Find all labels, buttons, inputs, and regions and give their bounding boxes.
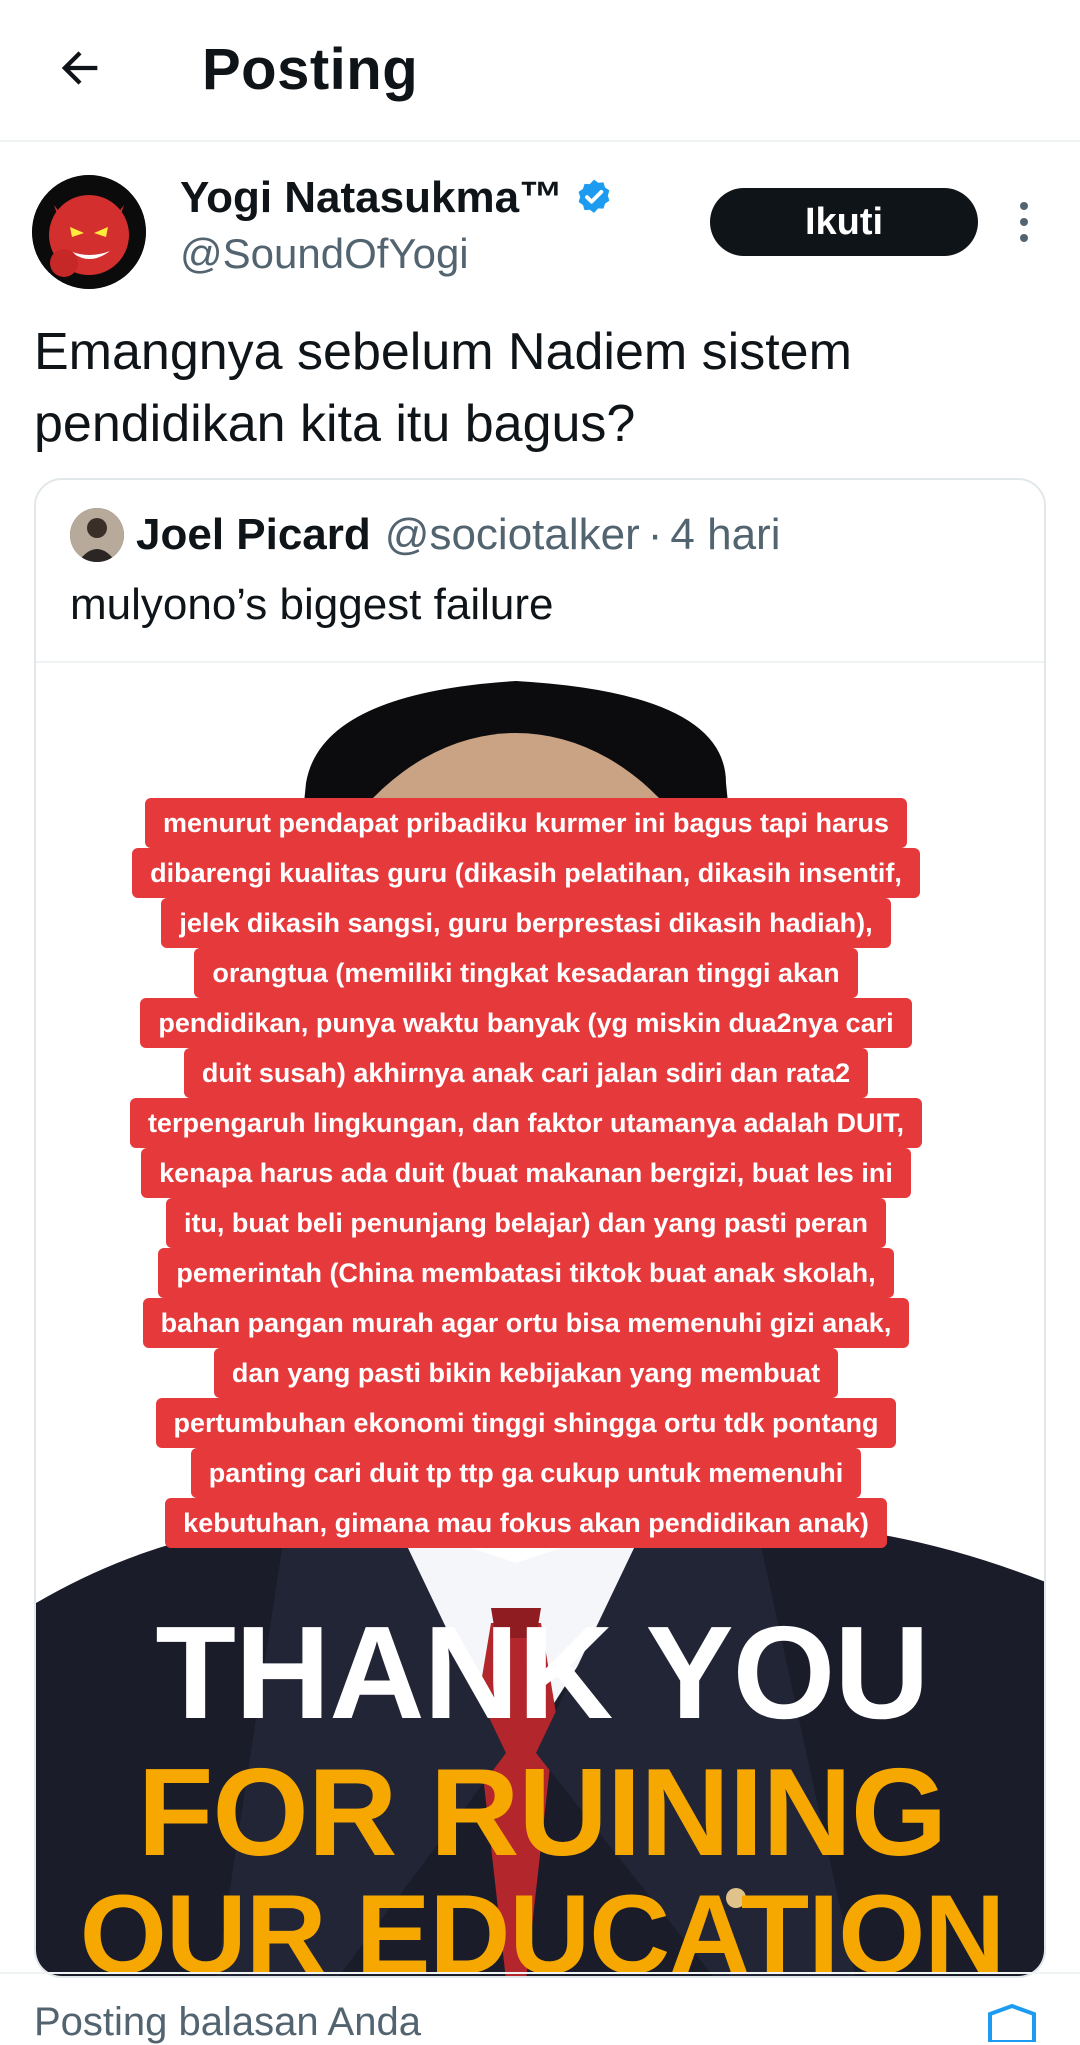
- caption-line: itu, buat beli penunjang belajar) dan ya…: [165, 1198, 887, 1248]
- more-vertical-icon: [1020, 202, 1028, 210]
- author-handle[interactable]: @SoundOfYogi: [180, 230, 469, 278]
- quote-header: Joel Picard @sociotalker · 4 hari: [70, 508, 781, 562]
- caption-line: dan yang pasti bikin kebijakan yang memb…: [213, 1348, 839, 1398]
- author-name-text: Yogi Natasukma™: [180, 173, 564, 222]
- caption-line: dibarengi kualitas guru (dikasih pelatih…: [132, 848, 920, 898]
- headline-our-education: OUR EDUCATION: [79, 1872, 1005, 1978]
- caption-line: menurut pendapat pribadiku kurmer ini ba…: [144, 798, 908, 848]
- arrow-left-icon: [61, 51, 98, 85]
- page-title: Posting: [202, 37, 419, 102]
- headline-thank-you: THANK YOU: [155, 1599, 929, 1746]
- follow-button[interactable]: Ikuti: [710, 188, 978, 256]
- tweet-text: Emangnya sebelum Nadiem sistem pendidika…: [34, 323, 852, 453]
- verified-badge-icon: [578, 179, 610, 213]
- caption-line: kenapa harus ada duit (buat makanan berg…: [141, 1148, 911, 1198]
- quote-author-name: Joel Picard: [136, 510, 371, 559]
- quoted-tweet-card[interactable]: Joel Picard @sociotalker · 4 hari mulyon…: [34, 478, 1046, 1978]
- reply-divider: [0, 1972, 1080, 1974]
- quote-media-image[interactable]: menurut pendapat pribadiku kurmer ini ba…: [36, 663, 1044, 1978]
- caption-line: terpengaruh lingkungan, dan faktor utama…: [129, 1098, 923, 1148]
- caption-line: panting cari duit tp ttp ga cukup untuk …: [190, 1448, 862, 1498]
- caption-overlay: menurut pendapat pribadiku kurmer ini ba…: [76, 798, 976, 1548]
- caption-line: orangtua (memiliki tingkat kesadaran tin…: [194, 948, 858, 998]
- quote-author-handle: @sociotalker: [384, 510, 640, 559]
- reply-input-placeholder[interactable]: Posting balasan Anda: [34, 2000, 421, 2045]
- caption-line: pemerintah (China membatasi tiktok buat …: [158, 1248, 894, 1298]
- shield-icon[interactable]: [982, 2002, 1042, 2042]
- author-name[interactable]: Yogi Natasukma™: [180, 173, 615, 223]
- devil-logo-icon: [32, 175, 146, 289]
- back-button[interactable]: [40, 28, 120, 108]
- caption-line: pendidikan, punya waktu banyak (yg miski…: [140, 998, 912, 1048]
- author-avatar[interactable]: [32, 175, 146, 289]
- caption-line: pertumbuhan ekonomi tinggi shingga ortu …: [155, 1398, 897, 1448]
- caption-line: jelek dikasih sangsi, guru berprestasi d…: [161, 898, 891, 948]
- quote-separator: ·: [647, 510, 663, 559]
- quote-time: 4 hari: [670, 510, 781, 559]
- headline-for-ruining: FOR RUINING: [137, 1744, 948, 1882]
- caption-line: bahan pangan murah agar ortu bisa memenu…: [142, 1298, 910, 1348]
- caption-line: duit susah) akhirnya anak cari jalan sdi…: [183, 1048, 869, 1098]
- quote-text: mulyono’s biggest failure: [70, 580, 554, 629]
- quote-author-avatar: [70, 508, 124, 562]
- more-options-button[interactable]: [1004, 192, 1044, 252]
- top-bar: Posting: [0, 0, 1080, 142]
- caption-line: kebutuhan, gimana mau fokus akan pendidi…: [165, 1498, 887, 1548]
